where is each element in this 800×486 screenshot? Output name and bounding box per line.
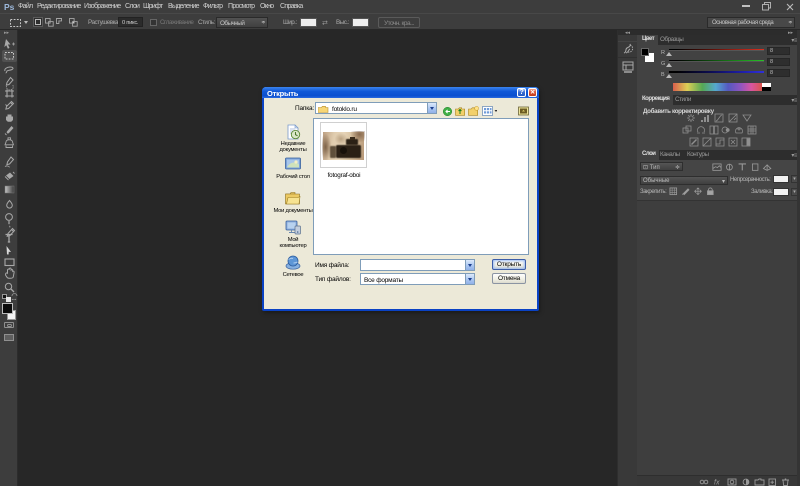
- svg-text:fx: fx: [714, 480, 720, 486]
